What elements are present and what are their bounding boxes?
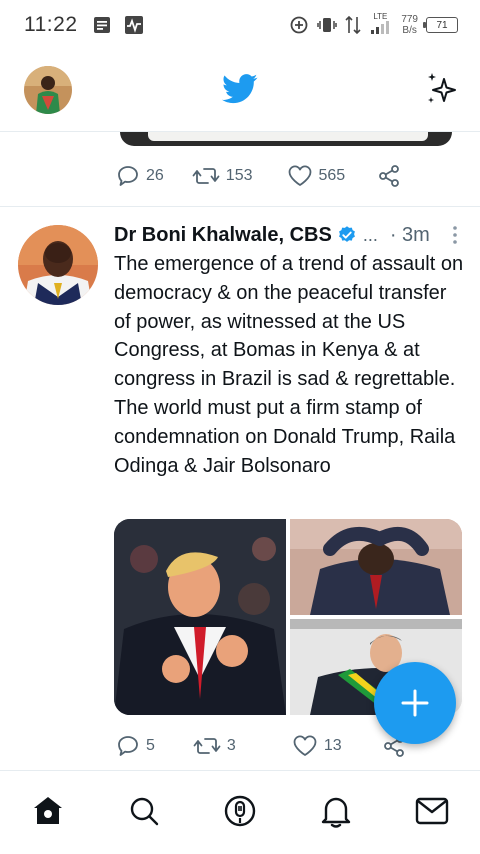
reply-button[interactable]: 26 bbox=[116, 164, 164, 188]
like-count: 13 bbox=[323, 737, 342, 754]
home-icon bbox=[34, 797, 62, 824]
tweet-divider bbox=[0, 206, 480, 207]
verified-badge-icon bbox=[338, 226, 355, 242]
compose-tweet-button[interactable] bbox=[374, 662, 456, 744]
notes-icon bbox=[93, 17, 110, 33]
retweet-icon bbox=[193, 738, 221, 754]
plus-icon bbox=[401, 689, 429, 717]
spaces-icon bbox=[224, 795, 256, 827]
like-count: 565 bbox=[318, 167, 346, 184]
share-icon bbox=[379, 165, 400, 187]
home-tab[interactable] bbox=[30, 793, 66, 829]
network-type: LTE bbox=[373, 12, 388, 21]
data-transfer-icon bbox=[345, 15, 361, 35]
heart-icon bbox=[293, 735, 317, 756]
tweet-text: The emergence of a trend of assault on d… bbox=[114, 253, 464, 477]
retweet-button[interactable]: 153 bbox=[192, 164, 253, 188]
more-options-icon[interactable] bbox=[452, 225, 458, 245]
name-truncation: ... bbox=[362, 224, 378, 245]
status-bar: 11:22 LTE 779 B/s 71 bbox=[0, 0, 480, 50]
author-avatar[interactable] bbox=[18, 225, 98, 305]
previous-tweet-actions: 26 153 565 bbox=[116, 164, 401, 188]
tweet-photo-1[interactable] bbox=[114, 519, 286, 715]
data-saver-icon bbox=[290, 16, 308, 34]
twitter-bird-icon[interactable] bbox=[222, 74, 258, 104]
author-name[interactable]: Dr Boni Khalwale, CBS bbox=[114, 224, 332, 247]
network-speed: 779 B/s bbox=[401, 14, 418, 36]
messages-icon bbox=[415, 797, 449, 825]
tweet-photo-2[interactable] bbox=[290, 519, 462, 615]
share-button[interactable] bbox=[377, 164, 401, 188]
battery-icon: 71 bbox=[423, 17, 458, 33]
bottom-navigation bbox=[0, 770, 480, 854]
retweet-button[interactable]: 3 bbox=[193, 734, 236, 758]
reply-icon bbox=[118, 736, 138, 756]
vibrate-icon bbox=[317, 18, 338, 32]
reply-icon bbox=[118, 166, 138, 186]
notifications-icon bbox=[321, 797, 351, 828]
tweet-header: Dr Boni Khalwale, CBS ... · 3m bbox=[114, 220, 464, 250]
profile-avatar[interactable] bbox=[24, 66, 72, 114]
tweet-actions: 5 3 13 bbox=[116, 734, 406, 758]
search-tab[interactable] bbox=[126, 793, 162, 829]
sparkle-icon[interactable] bbox=[424, 70, 462, 108]
like-button[interactable]: 13 bbox=[292, 734, 342, 758]
status-time: 11:22 bbox=[24, 13, 78, 36]
signal-icon: LTE bbox=[369, 12, 393, 36]
retweet-count: 153 bbox=[225, 167, 253, 184]
search-icon bbox=[130, 797, 159, 826]
notifications-tab[interactable] bbox=[318, 793, 354, 829]
tweet-time: · 3m bbox=[389, 223, 430, 246]
reply-count: 5 bbox=[146, 737, 155, 754]
top-app-bar bbox=[0, 52, 480, 132]
messages-tab[interactable] bbox=[414, 793, 450, 829]
reply-count: 26 bbox=[146, 167, 164, 184]
battery-level: 71 bbox=[436, 19, 448, 31]
spaces-tab[interactable] bbox=[222, 793, 258, 829]
retweet-count: 3 bbox=[226, 737, 236, 754]
retweet-icon bbox=[192, 168, 220, 184]
reply-button[interactable]: 5 bbox=[116, 734, 155, 758]
activity-icon bbox=[124, 16, 143, 34]
heart-icon bbox=[288, 165, 311, 186]
like-button[interactable]: 565 bbox=[287, 164, 346, 188]
previous-tweet-media[interactable] bbox=[120, 132, 452, 146]
